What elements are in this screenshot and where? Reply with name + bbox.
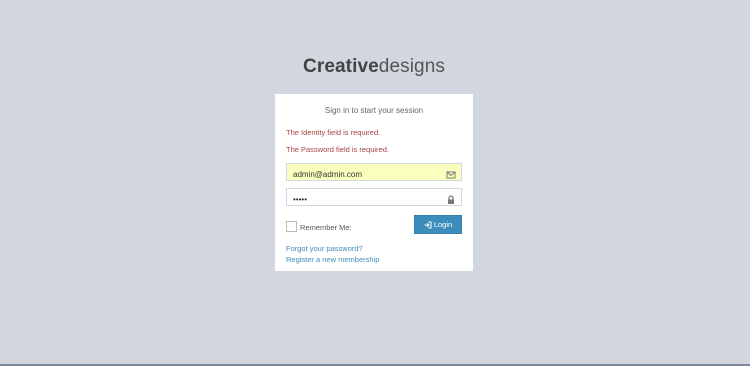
password-field-group xyxy=(286,188,462,208)
register-membership-link[interactable]: Register a new membership xyxy=(286,255,462,266)
remember-row: Remember Me: Login xyxy=(286,215,462,235)
login-button-label: Login xyxy=(433,220,453,229)
login-box-message: Sign in to start your session xyxy=(324,106,424,115)
identity-error-message: The Identity field is required. xyxy=(286,128,381,137)
login-page: Creativedesigns Sign in to start your se… xyxy=(0,0,750,366)
login-box: Sign in to start your session The Identi… xyxy=(275,94,473,271)
remember-me-label: Remember Me: xyxy=(300,223,352,232)
sign-in-icon xyxy=(424,221,432,229)
identity-input[interactable] xyxy=(287,166,443,183)
envelope-icon xyxy=(446,167,456,179)
lock-icon xyxy=(446,192,456,204)
logo-bold-text: Creative xyxy=(303,56,379,77)
login-links: Forgot your password? Register a new mem… xyxy=(286,244,462,266)
password-input[interactable] xyxy=(287,191,443,208)
logo-light-text: designs xyxy=(378,56,445,77)
remember-me-checkbox[interactable] xyxy=(286,221,297,232)
password-error-message: The Password field is required. xyxy=(286,145,389,154)
forgot-password-link[interactable]: Forgot your password? xyxy=(286,244,462,255)
identity-field-group xyxy=(286,163,462,183)
app-logo: Creativedesigns xyxy=(0,56,748,78)
login-button[interactable]: Login xyxy=(414,215,462,234)
